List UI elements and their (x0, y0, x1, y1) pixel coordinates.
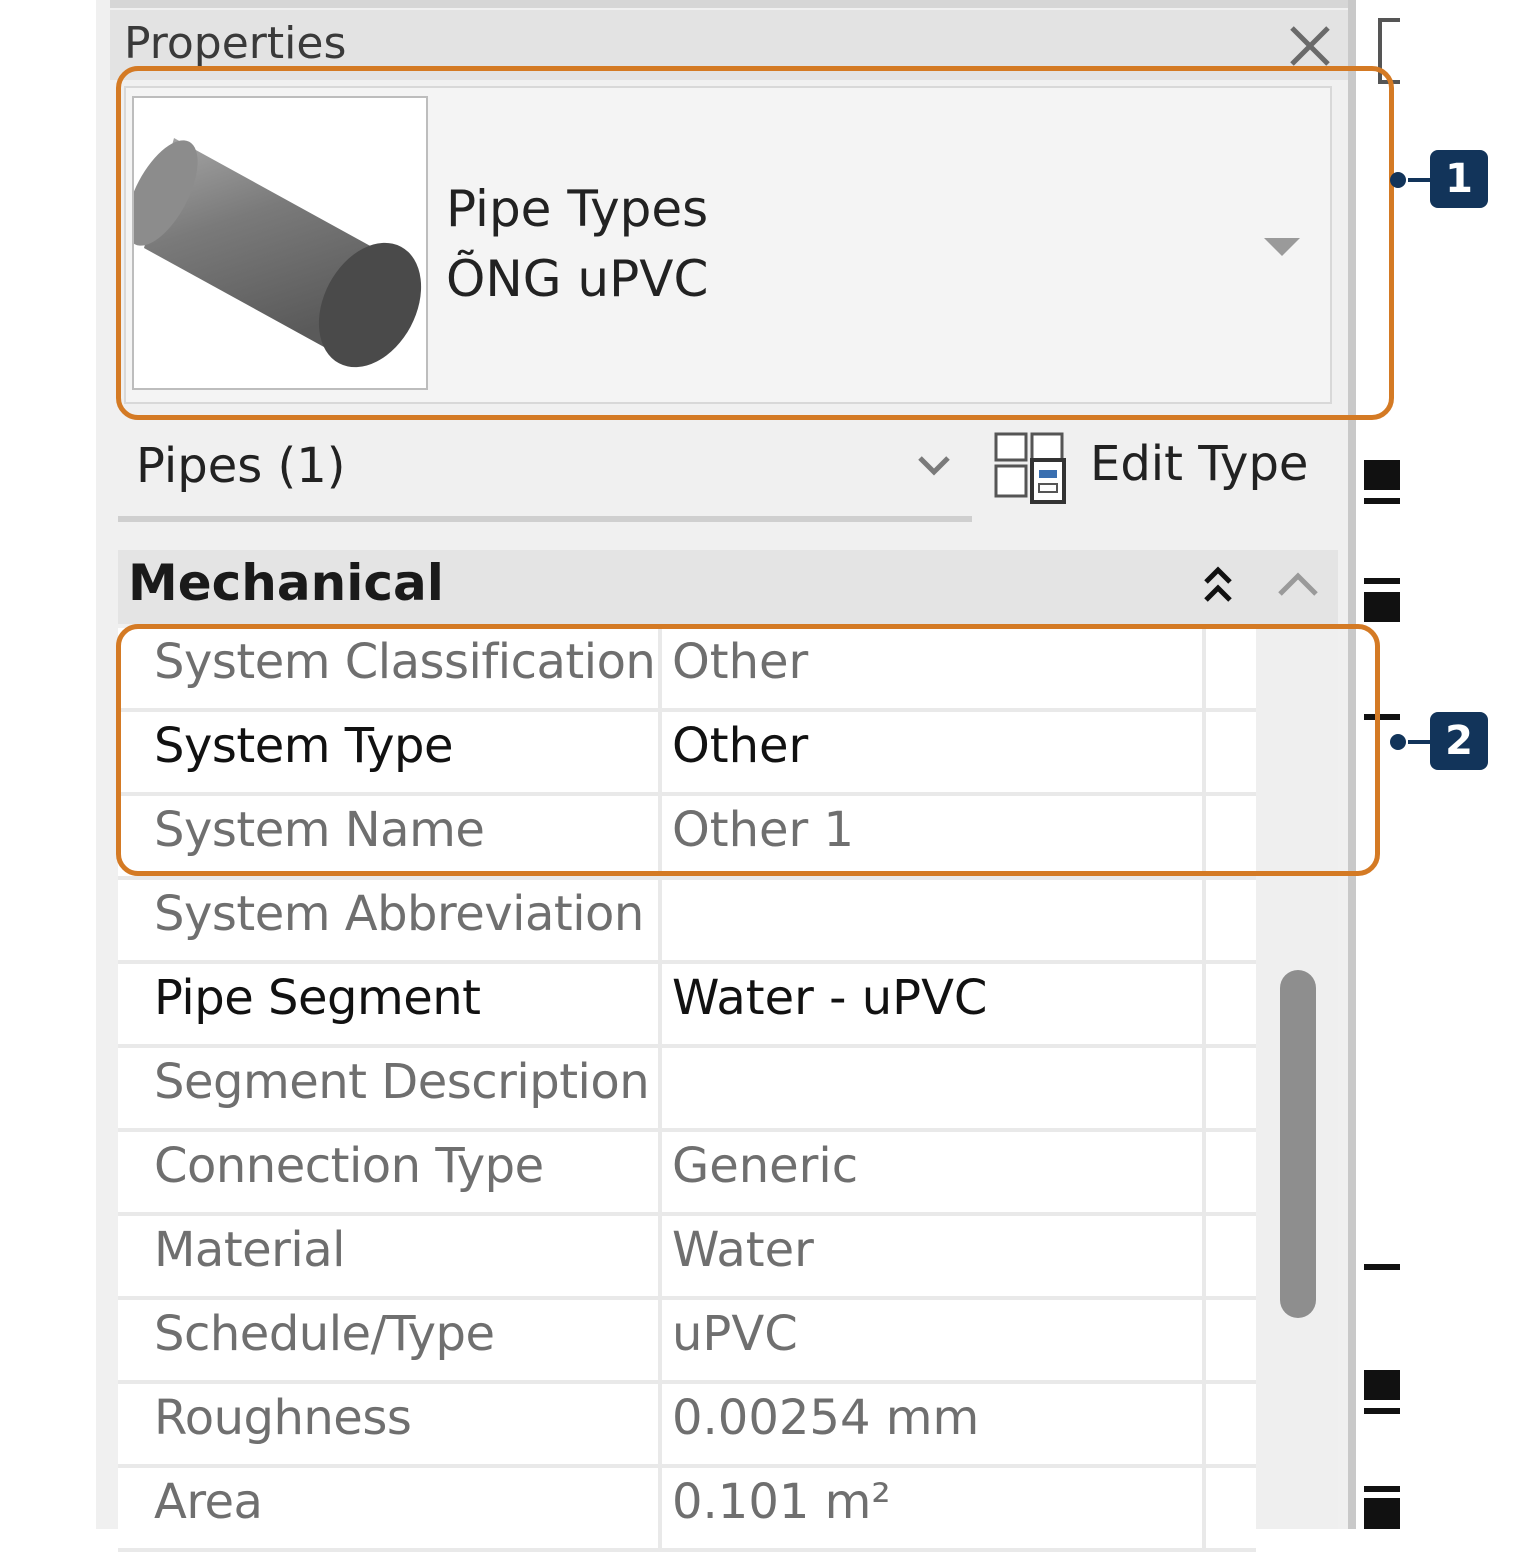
property-name: Pipe Segment (154, 970, 481, 1026)
property-name: Schedule/Type (154, 1306, 495, 1362)
column-divider (1202, 1384, 1206, 1464)
column-divider (1202, 880, 1206, 960)
property-value[interactable]: Water - uPVC (672, 970, 987, 1026)
collapse-all-button[interactable] (1196, 562, 1240, 610)
property-row[interactable]: System Abbreviation (118, 880, 1256, 964)
chevron-down-icon (918, 456, 950, 476)
property-value: uPVC (672, 1306, 798, 1362)
column-divider (1202, 1300, 1206, 1380)
callout-2-leader (1408, 740, 1430, 744)
toolbar-fragment (1364, 1498, 1400, 1529)
property-value: Water (672, 1222, 814, 1278)
selection-filter-dropdown[interactable]: Pipes (1) (136, 438, 345, 494)
property-row[interactable]: Connection Type Generic (118, 1132, 1256, 1216)
column-divider (658, 1132, 662, 1212)
toolbar-fragment (1364, 578, 1400, 584)
callout-1-dot (1390, 172, 1406, 188)
column-divider (658, 1048, 662, 1128)
callout-1-leader (1408, 178, 1430, 182)
column-divider (1202, 1048, 1206, 1128)
property-row[interactable]: Pipe Segment Water - uPVC (118, 964, 1256, 1048)
column-divider (658, 964, 662, 1044)
property-name: Area (154, 1474, 263, 1530)
property-name: Material (154, 1222, 346, 1278)
panel-top-border (110, 0, 1350, 8)
property-name: Roughness (154, 1390, 412, 1446)
column-divider (1202, 1216, 1206, 1296)
toolbar-fragment (1364, 460, 1400, 490)
selection-filter-toggle[interactable] (912, 448, 956, 484)
close-icon (1290, 26, 1330, 66)
column-divider (658, 1468, 662, 1548)
double-chevron-up-icon (1204, 566, 1232, 602)
column-divider (658, 1300, 662, 1380)
toolbar-fragment (1364, 1408, 1400, 1414)
column-divider (658, 880, 662, 960)
callout-1-badge: 1 (1430, 150, 1488, 208)
scrollbar-thumb[interactable] (1280, 970, 1316, 1318)
callout-2-badge: 2 (1430, 712, 1488, 770)
property-row[interactable]: Material Water (118, 1216, 1256, 1300)
column-divider (1202, 1132, 1206, 1212)
property-row[interactable]: Area 0.101 m² (118, 1468, 1256, 1552)
edit-type-label: Edit Type (1090, 436, 1309, 492)
property-name: System Abbreviation (154, 886, 644, 942)
column-divider (658, 1216, 662, 1296)
chevron-up-icon (1278, 572, 1318, 596)
property-value: 0.00254 mm (672, 1390, 980, 1446)
callout-2-dot (1390, 734, 1406, 750)
toolbar-fragment (1364, 592, 1400, 622)
collapse-group-button[interactable] (1274, 566, 1322, 602)
selection-filter-underline (118, 516, 972, 522)
callout-highlight-type-selector (116, 66, 1394, 420)
toolbar-fragment (1364, 1370, 1400, 1400)
property-row[interactable]: Roughness 0.00254 mm (118, 1384, 1256, 1468)
group-title: Mechanical (128, 554, 444, 612)
column-divider (1202, 1468, 1206, 1548)
property-value: Generic (672, 1138, 859, 1194)
property-name: Connection Type (154, 1138, 544, 1194)
edit-type-icon (992, 430, 1068, 506)
callout-highlight-system-rows (116, 624, 1380, 876)
toolbar-fragment (1364, 1264, 1400, 1270)
property-name: Segment Description (154, 1054, 650, 1110)
left-gutter (0, 0, 96, 1529)
toolbar-fragment (1364, 498, 1400, 504)
property-row[interactable]: Segment Description (118, 1048, 1256, 1132)
close-button[interactable] (1284, 20, 1336, 72)
property-row[interactable]: Schedule/Type uPVC (118, 1300, 1256, 1384)
property-value: 0.101 m² (672, 1474, 891, 1530)
panel-title: Properties (124, 18, 347, 69)
column-divider (1202, 964, 1206, 1044)
toolbar-fragment (1364, 1486, 1400, 1492)
column-divider (658, 1384, 662, 1464)
